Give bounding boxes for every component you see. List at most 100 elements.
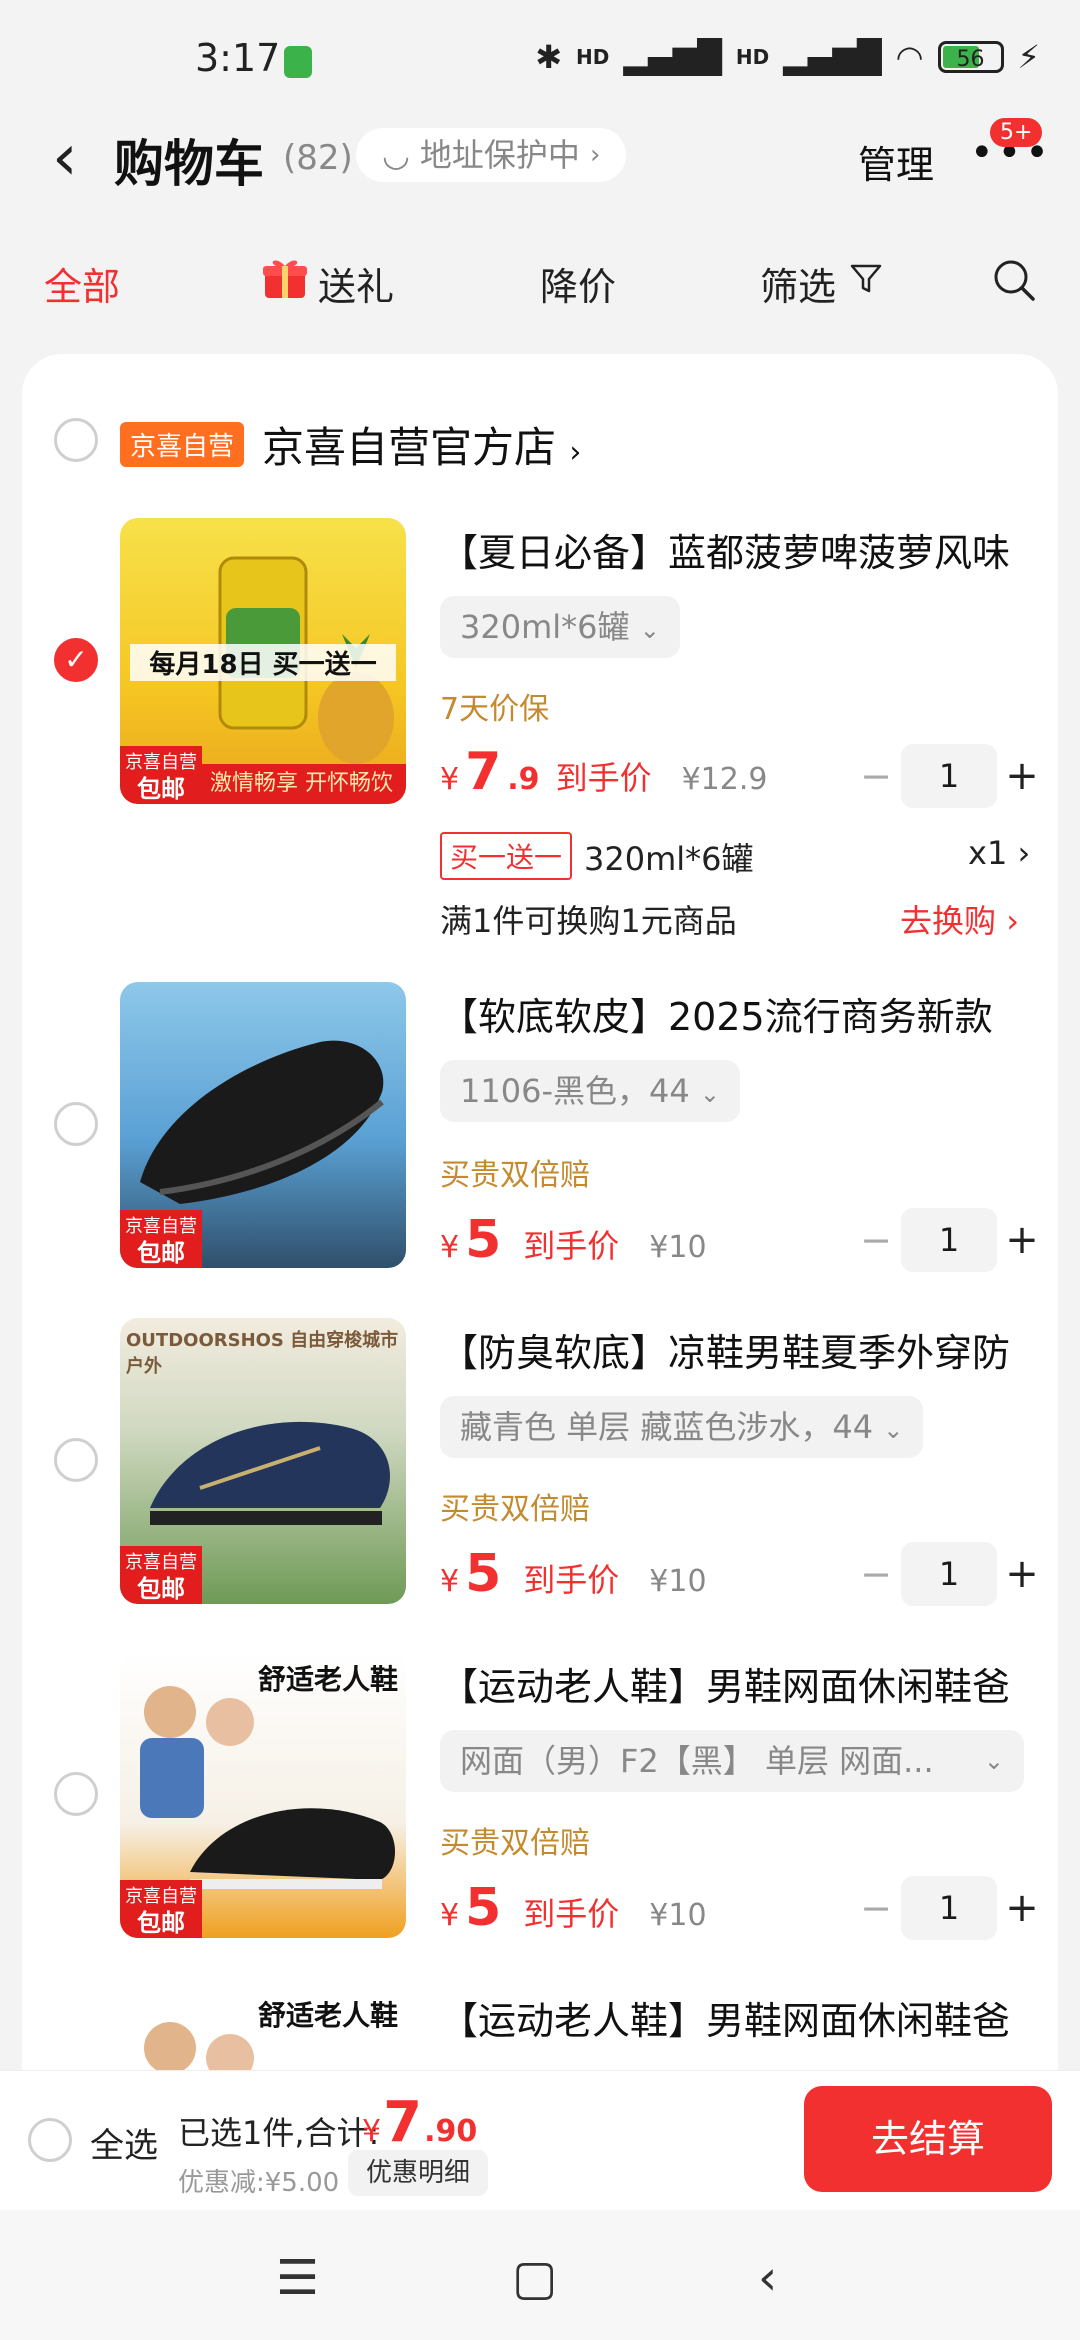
product-2-orig-price: ¥10 bbox=[649, 1230, 707, 1265]
selected-summary: 已选1件,合计: bbox=[178, 2114, 380, 2152]
product-1-orig-price: ¥12.9 bbox=[681, 762, 768, 797]
product-4-tagline: 买贵双倍赔 bbox=[440, 1826, 590, 1861]
qty-minus-button[interactable]: − bbox=[856, 1552, 896, 1596]
sneaker-illustration bbox=[144, 2022, 254, 2070]
store-select-radio[interactable] bbox=[54, 418, 98, 462]
back-nav-icon[interactable]: ‹ bbox=[758, 2250, 777, 2306]
swap-offer-text: 满1件可换购1元商品 bbox=[440, 902, 737, 940]
address-protect-label: 地址保护中 bbox=[419, 136, 580, 174]
product-1-tagline: 7天价保 bbox=[440, 692, 550, 727]
store-name[interactable]: 京喜自营官方店 › bbox=[262, 414, 581, 475]
product-1-title[interactable]: 【夏日必备】蓝都菠萝啤菠萝风味 bbox=[440, 522, 1040, 577]
home-icon[interactable]: ▢ bbox=[512, 2250, 557, 2306]
back-icon[interactable]: ‹ bbox=[52, 126, 78, 190]
product-4-title[interactable]: 【运动老人鞋】男鞋网面休闲鞋爸 bbox=[440, 1656, 1040, 1711]
search-icon[interactable] bbox=[992, 258, 1036, 302]
charging-icon: ⚡ bbox=[1017, 38, 1040, 76]
bogo-spec: 320ml*6罐 bbox=[584, 840, 754, 878]
chevron-down-icon: ⌄ bbox=[699, 1080, 720, 1108]
product-2-tagline: 买贵双倍赔 bbox=[440, 1158, 590, 1193]
bogo-tag: 买一送一 bbox=[440, 832, 573, 880]
product-3-spec[interactable]: 藏青色 单层 藏蓝色涉水，44 ⌄ bbox=[440, 1396, 924, 1458]
product-2-title[interactable]: 【软底软皮】2025流行商务新款 bbox=[440, 986, 1040, 1041]
product-4-qty-stepper: − 1 + bbox=[856, 1876, 1042, 1940]
bluetooth-icon: ✱ bbox=[535, 38, 563, 76]
product-4-price: ¥5 到手价 ¥10 bbox=[440, 1878, 707, 1938]
product-1-footer: 激情畅享 开怀畅饮 bbox=[202, 764, 406, 804]
chevron-right-icon: › bbox=[1017, 834, 1031, 872]
tab-filter[interactable]: 筛选 bbox=[760, 256, 836, 311]
qty-value[interactable]: 1 bbox=[901, 1542, 997, 1606]
tab-gift[interactable]: 送礼 bbox=[318, 256, 394, 311]
cart-count: (82) bbox=[283, 138, 353, 178]
qty-minus-button[interactable]: − bbox=[856, 1218, 896, 1262]
product-3-checkbox[interactable] bbox=[54, 1438, 98, 1482]
qty-plus-button[interactable]: + bbox=[1002, 1885, 1042, 1931]
product-1-qty-stepper: − 1 + bbox=[856, 744, 1042, 808]
chevron-right-icon: › bbox=[589, 140, 601, 170]
product-1-image[interactable]: 每月18日 买一送一 激情畅享 开怀畅饮 京喜自营 包邮 bbox=[120, 518, 406, 804]
store-tag: 京喜自营 bbox=[120, 422, 245, 467]
signal-label-2: HD bbox=[735, 45, 770, 69]
product-4-spec[interactable]: 网面（男）F2【黑】 单层 网面... ⌄ bbox=[440, 1730, 1024, 1792]
status-time: 3:17 bbox=[195, 36, 281, 80]
swap-link[interactable]: 去换购 › bbox=[900, 896, 1019, 942]
product-3-label: 京喜自营 包邮 bbox=[120, 1546, 202, 1604]
product-3-price: ¥5 到手价 ¥10 bbox=[440, 1544, 707, 1604]
page-title: 购物车 bbox=[114, 135, 264, 193]
product-3-tagline: 买贵双倍赔 bbox=[440, 1492, 590, 1527]
discount-text: 优惠减:¥5.00 bbox=[178, 2168, 340, 2198]
product-2-checkbox[interactable] bbox=[54, 1102, 98, 1146]
status-icons: ✱ HD ▂▄▆█ HD ▂▄▆█ ◠ 56 ⚡ bbox=[535, 38, 1040, 76]
checkout-button[interactable]: 去结算 bbox=[804, 2086, 1052, 2192]
product-3-qty-stepper: − 1 + bbox=[856, 1542, 1042, 1606]
select-all-label[interactable]: 全选 bbox=[90, 2118, 158, 2167]
address-protect-pill[interactable]: ◡ 地址保护中 › bbox=[356, 128, 627, 182]
product-1-banner: 每月18日 买一送一 bbox=[130, 644, 396, 681]
bogo-count[interactable]: x1 › bbox=[968, 834, 1030, 872]
product-1-checkbox[interactable]: ✓ bbox=[54, 638, 98, 682]
qty-minus-button[interactable]: − bbox=[856, 1886, 896, 1930]
product-5-title[interactable]: 【运动老人鞋】男鞋网面休闲鞋爸 bbox=[440, 1990, 1040, 2045]
qty-plus-button[interactable]: + bbox=[1002, 753, 1042, 799]
qty-value[interactable]: 1 bbox=[901, 1876, 997, 1940]
sim-card-icon bbox=[284, 46, 312, 78]
tab-all[interactable]: 全部 bbox=[44, 256, 120, 311]
signal-icon-2: ▂▄▆█ bbox=[783, 38, 882, 76]
discount-detail-button[interactable]: 优惠明细 bbox=[348, 2150, 489, 2196]
tab-price-drop[interactable]: 降价 bbox=[540, 256, 616, 311]
status-bar: 3:17 ✱ HD ▂▄▆█ HD ▂▄▆█ ◠ 56 ⚡ bbox=[0, 0, 1080, 120]
chevron-right-icon: › bbox=[1006, 902, 1019, 940]
product-2-price: ¥5 到手价 ¥10 bbox=[440, 1210, 707, 1270]
chevron-down-icon: ⌄ bbox=[883, 1416, 904, 1444]
qty-value[interactable]: 1 bbox=[901, 744, 997, 808]
battery-icon: 56 bbox=[937, 41, 1004, 73]
chevron-down-icon: ⌄ bbox=[639, 616, 660, 644]
qty-plus-button[interactable]: + bbox=[1002, 1551, 1042, 1597]
manage-button[interactable]: 管理 bbox=[858, 134, 934, 189]
qty-plus-button[interactable]: + bbox=[1002, 1217, 1042, 1263]
product-4-orig-price: ¥10 bbox=[649, 1898, 707, 1933]
product-3-title[interactable]: 【防臭软底】凉鞋男鞋夏季外穿防 bbox=[440, 1322, 1040, 1377]
filter-icon bbox=[850, 264, 882, 293]
product-4-checkbox[interactable] bbox=[54, 1772, 98, 1816]
product-1-spec[interactable]: 320ml*6罐 ⌄ bbox=[440, 596, 680, 658]
product-2-image[interactable]: 京喜自营 包邮 bbox=[120, 982, 406, 1268]
product-3-image[interactable]: OUTDOORSHOS 自由穿梭城市户外 京喜自营 包邮 bbox=[120, 1318, 406, 1604]
signal-icon: ▂▄▆█ bbox=[623, 38, 722, 76]
qty-minus-button[interactable]: − bbox=[856, 754, 896, 798]
select-all-radio[interactable] bbox=[28, 2118, 72, 2162]
message-badge: 5+ bbox=[990, 118, 1043, 147]
product-2-label: 京喜自营 包邮 bbox=[120, 1210, 202, 1268]
product-2-spec[interactable]: 1106-黑色，44 ⌄ bbox=[440, 1060, 740, 1122]
product-1-label: 京喜自营 包邮 bbox=[120, 746, 202, 804]
product-4-label: 京喜自营 包邮 bbox=[120, 1880, 202, 1938]
wifi-icon: ◠ bbox=[895, 38, 924, 76]
qty-value[interactable]: 1 bbox=[901, 1208, 997, 1272]
shield-icon: ◡ bbox=[382, 136, 410, 174]
menu-icon[interactable]: ☰ bbox=[276, 2250, 319, 2306]
product-4-image[interactable]: 舒适老人鞋 京喜自营 包邮 bbox=[120, 1652, 406, 1938]
product-5-image[interactable]: 舒适老人鞋 bbox=[120, 1988, 406, 2070]
product-1-price: ¥7.9 到手价 ¥12.9 bbox=[440, 742, 768, 802]
signal-label: HD bbox=[576, 45, 610, 69]
